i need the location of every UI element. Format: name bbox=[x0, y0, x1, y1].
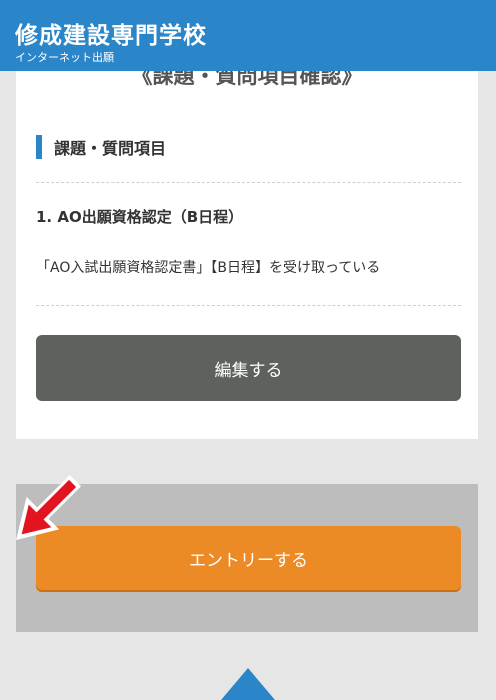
scroll-to-top-icon[interactable] bbox=[221, 668, 275, 700]
question-item-title: 1. AO出願資格認定（B日程） bbox=[36, 208, 244, 226]
pointer-arrow-icon bbox=[16, 474, 82, 540]
section-heading-label: 課題・質問項目 bbox=[54, 139, 167, 158]
question-item-answer: 「AO入試出願資格認定書」【B日程】を受け取っている bbox=[36, 260, 381, 276]
entry-button[interactable]: エントリーする bbox=[36, 526, 461, 590]
divider bbox=[36, 182, 461, 183]
section-accent-bar bbox=[36, 135, 42, 159]
edit-button[interactable]: 編集する bbox=[36, 335, 461, 401]
confirmation-card: 《課題・質問項目確認》 課題・質問項目 1. AO出願資格認定（B日程） 「AO… bbox=[16, 66, 478, 439]
school-name: 修成建設専門学校 bbox=[15, 23, 207, 49]
divider bbox=[36, 305, 461, 306]
header-subtitle: インターネット出願 bbox=[15, 51, 114, 64]
app-header: 修成建設専門学校 インターネット出願 bbox=[0, 0, 496, 71]
section-heading: 課題・質問項目 bbox=[36, 134, 166, 160]
page: 修成建設専門学校 インターネット出願 《課題・質問項目確認》 課題・質問項目 1… bbox=[0, 0, 496, 700]
